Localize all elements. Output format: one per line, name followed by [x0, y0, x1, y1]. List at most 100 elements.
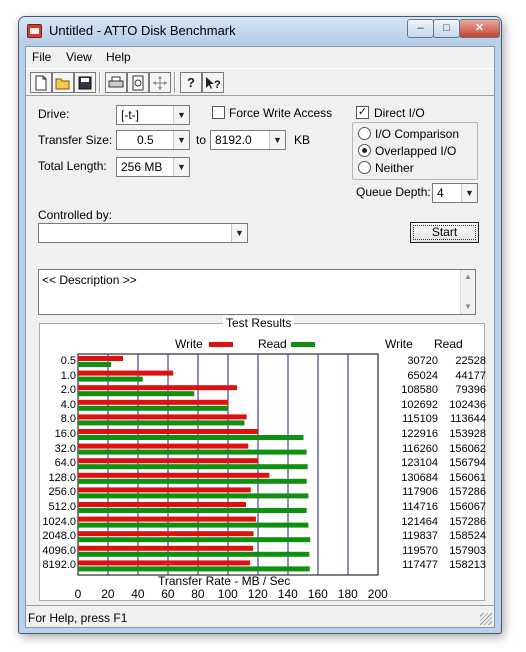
drive-value: [-t-]: [121, 108, 139, 122]
move-cursor-icon[interactable]: [149, 72, 171, 93]
transfer-size-label: 128.0: [48, 471, 76, 484]
transfer-size-label: 256.0: [48, 486, 76, 499]
neither-label: Neither: [375, 161, 414, 175]
transfer-size-label: 32.0: [54, 442, 76, 455]
menu-help[interactable]: Help: [106, 50, 131, 64]
transfer-size-label: 4096.0: [42, 544, 76, 557]
x-tick-label: 100: [217, 587, 238, 601]
title-bar[interactable]: Untitled - ATTO Disk Benchmark – □ ✕: [19, 17, 501, 45]
chevron-down-icon[interactable]: ▼: [173, 131, 189, 149]
chevron-down-icon[interactable]: ▼: [269, 131, 285, 149]
chevron-down-icon[interactable]: ▼: [173, 106, 189, 124]
read-bar: [78, 493, 309, 499]
transfer-from-select[interactable]: 0.5 ▼: [116, 130, 190, 150]
write-value: 30720: [407, 355, 438, 367]
controlled-by-select[interactable]: ▼: [38, 223, 248, 243]
chevron-down-icon[interactable]: ▼: [173, 158, 189, 176]
write-bar: [78, 443, 249, 449]
read-bar: [78, 420, 245, 426]
status-bar: For Help, press F1: [26, 605, 494, 627]
write-bar: [78, 560, 251, 566]
transfer-size-label: 1.0: [60, 369, 76, 382]
total-length-select[interactable]: 256 MB ▼: [116, 157, 190, 177]
x-tick-label: 120: [247, 587, 268, 601]
transfer-size-label: 4.0: [60, 398, 76, 411]
open-folder-icon[interactable]: [52, 72, 74, 93]
transfer-size-label: 0.5: [60, 355, 76, 367]
read-bar: [78, 478, 307, 484]
read-value: 157286: [449, 486, 486, 499]
kb-label: KB: [294, 133, 311, 147]
description-text: << Description >>: [42, 273, 137, 287]
read-value: 156067: [449, 501, 486, 513]
direct-io-checkbox[interactable]: ✓: [356, 106, 369, 119]
chevron-down-icon[interactable]: ▼: [461, 184, 477, 202]
read-bar: [78, 551, 310, 557]
write-value: 65024: [407, 369, 438, 382]
write-value: 117477: [402, 559, 438, 572]
write-bar: [78, 472, 270, 478]
menu-view[interactable]: View: [66, 50, 92, 64]
force-write-label: Force Write Access: [229, 106, 333, 120]
write-bar: [78, 487, 251, 493]
print-preview-icon[interactable]: [127, 72, 149, 93]
svg-text:?: ?: [214, 79, 221, 90]
resize-grip-icon[interactable]: [480, 613, 492, 625]
save-icon[interactable]: [74, 72, 96, 93]
scroll-up-icon[interactable]: ▲: [464, 272, 472, 281]
transfer-size-label: 16.0: [54, 428, 76, 440]
read-value: 157286: [449, 515, 486, 528]
io-comparison-radio[interactable]: [358, 127, 371, 140]
new-doc-icon[interactable]: [30, 72, 52, 93]
maximize-button[interactable]: □: [433, 19, 460, 38]
read-value: 113644: [450, 413, 486, 426]
minimize-button[interactable]: –: [407, 19, 434, 38]
write-value: 119570: [402, 544, 438, 557]
queue-depth-select[interactable]: 4 ▼: [432, 183, 478, 203]
neither-radio[interactable]: [358, 161, 371, 174]
close-button[interactable]: ✕: [459, 19, 500, 38]
read-bar: [78, 376, 143, 382]
write-bar: [78, 399, 229, 405]
read-value: 44177: [455, 369, 486, 382]
write-bar: [78, 370, 174, 376]
write-value: 123104: [401, 457, 438, 470]
write-bar: [78, 385, 238, 391]
read-value: 158524: [449, 530, 486, 543]
write-value: 121464: [401, 515, 438, 528]
context-help-icon[interactable]: ?: [202, 72, 224, 93]
drive-select[interactable]: [-t-] ▼: [116, 105, 190, 125]
write-value: 102692: [401, 398, 438, 411]
scroll-down-icon[interactable]: ▼: [464, 302, 472, 311]
transfer-to-select[interactable]: 8192.0 ▼: [210, 130, 286, 150]
x-tick-label: 60: [161, 587, 175, 601]
transfer-size-label: 64.0: [54, 457, 76, 470]
write-value: 114716: [402, 501, 438, 513]
menu-bar: File View Help: [26, 47, 494, 67]
write-bar: [78, 429, 259, 434]
transfer-from-value: 0.5: [137, 133, 154, 147]
description-field[interactable]: << Description >> ▲ ▼: [38, 269, 476, 315]
x-tick-label: 180: [337, 587, 358, 601]
chevron-down-icon[interactable]: ▼: [231, 224, 247, 242]
force-write-checkbox[interactable]: [212, 106, 225, 119]
app-window: Untitled - ATTO Disk Benchmark – □ ✕ Fil…: [18, 16, 502, 634]
start-button[interactable]: Start: [410, 222, 479, 243]
test-results-panel: Test Results Write Read Write Read 0.5 1.…: [39, 316, 486, 601]
menu-file[interactable]: File: [32, 50, 51, 64]
overlapped-io-radio[interactable]: [358, 144, 371, 157]
toolbar-separator: [99, 72, 101, 93]
read-bar: [78, 405, 229, 411]
toolbar-separator: [174, 72, 176, 93]
write-bar: [78, 516, 256, 522]
help-icon[interactable]: ?: [180, 72, 202, 93]
description-scrollbar[interactable]: ▲ ▼: [460, 270, 475, 314]
queue-depth-value: 4: [437, 186, 444, 200]
drive-label: Drive:: [38, 107, 70, 121]
read-value: 156062: [449, 442, 486, 455]
window-title: Untitled - ATTO Disk Benchmark: [49, 23, 236, 38]
client-area: File View Help ? ? Drive: [-t-] ▼ Force …: [25, 46, 495, 628]
print-icon[interactable]: [105, 72, 127, 93]
x-tick-label: 200: [367, 587, 388, 601]
transfer-to-value: 8192.0: [215, 133, 252, 147]
